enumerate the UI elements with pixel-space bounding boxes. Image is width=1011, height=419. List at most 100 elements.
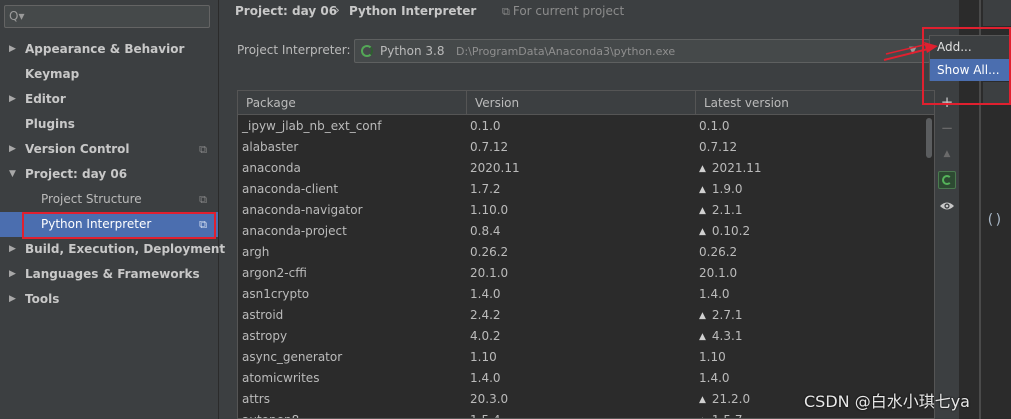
scope-text: For current project bbox=[512, 4, 625, 18]
latest-version-text: 21.2.0 bbox=[711, 392, 751, 406]
upgrade-available-icon: ▲ bbox=[699, 395, 706, 405]
upgrade-available-icon: ▲ bbox=[699, 311, 706, 321]
watermark-text: CSDN @白水小琪七ya bbox=[804, 392, 970, 411]
table-row[interactable]: atomicwrites 1.4.0 1.4.0 bbox=[238, 368, 924, 389]
copy-icon: ⧉ bbox=[502, 5, 510, 18]
latest-version-text: 0.26.2 bbox=[699, 245, 738, 259]
package-version: 1.4.0 bbox=[470, 287, 501, 301]
menu-item-add[interactable]: Add... bbox=[930, 36, 1011, 58]
upgrade-available-icon: ▲ bbox=[699, 185, 706, 195]
table-row[interactable]: async_generator 1.10 1.10 bbox=[238, 347, 924, 368]
chevron-right-icon[interactable]: ▶ bbox=[9, 262, 16, 287]
package-latest-version: ▲ 2.1.1 bbox=[699, 200, 742, 223]
package-version: 20.1.0 bbox=[470, 266, 509, 280]
breadcrumb-project: Project: day 06 bbox=[235, 4, 338, 18]
sidebar-item-project-day-06[interactable]: ▼ Project: day 06 bbox=[0, 162, 218, 187]
sidebar-item-build-execution-deployment[interactable]: ▶ Build, Execution, Deployment bbox=[0, 237, 225, 262]
loading-spinner-icon bbox=[361, 45, 373, 57]
sidebar-item-tools[interactable]: ▶ Tools bbox=[0, 287, 218, 312]
upgrade-available-icon: ▲ bbox=[699, 164, 706, 174]
table-scrollbar[interactable] bbox=[924, 116, 934, 418]
chevron-right-icon[interactable]: ▶ bbox=[9, 237, 16, 262]
chevron-down-icon[interactable]: ▼ bbox=[9, 162, 16, 187]
editor-code-fragment: () bbox=[986, 212, 1003, 228]
sidebar-item-project-structure[interactable]: Project Structure ⧉ bbox=[0, 187, 218, 212]
scope-note: ⧉ For current project bbox=[502, 4, 624, 19]
package-latest-version: ▲ 2021.11 bbox=[699, 158, 762, 181]
editor-tab-bar bbox=[983, 0, 1011, 26]
package-latest-version: ▲1.5.7 bbox=[699, 410, 743, 418]
table-body: _ipyw_jlab_nb_ext_conf 0.1.0 0.1.0 alabaste… bbox=[238, 116, 924, 418]
scrollbar-thumb[interactable] bbox=[926, 118, 932, 158]
package-version: 1.10 bbox=[470, 350, 497, 364]
package-name: argh bbox=[242, 245, 270, 259]
menu-item-show-all[interactable]: Show All... bbox=[930, 59, 1011, 81]
package-version: 4.0.2 bbox=[470, 329, 501, 343]
package-latest-version: ▲ 1.9.0 bbox=[699, 179, 742, 202]
column-header-latest-version[interactable]: Latest version bbox=[696, 91, 934, 115]
chevron-right-icon[interactable]: ▶ bbox=[9, 287, 16, 312]
sidebar-item-label: Project Structure bbox=[41, 192, 142, 206]
project-interpreter-select[interactable]: Python 3.8 D:\ProgramData\Anaconda3\pyth… bbox=[354, 39, 930, 63]
upgrade-package-icon[interactable]: ▲ bbox=[936, 143, 958, 165]
show-early-releases-eye-icon[interactable] bbox=[939, 200, 955, 212]
settings-search-input[interactable]: Q▾ bbox=[4, 5, 210, 28]
interpreter-name: Python 3.8 bbox=[380, 44, 445, 58]
sidebar-item-label: Plugins bbox=[25, 117, 75, 131]
table-row[interactable]: _ipyw_jlab_nb_ext_conf 0.1.0 0.1.0 bbox=[238, 116, 924, 137]
sidebar-item-label: Languages & Frameworks bbox=[25, 267, 200, 281]
table-row[interactable]: asn1crypto 1.4.0 1.4.0 bbox=[238, 284, 924, 305]
table-row[interactable]: anaconda-client 1.7.2 ▲ 1.9.0 bbox=[238, 179, 924, 200]
table-row[interactable]: anaconda-navigator 1.10.0 ▲ 2.1.1 bbox=[238, 200, 924, 221]
table-row[interactable]: astropy 4.0.2 ▲ 4.3.1 bbox=[238, 326, 924, 347]
column-header-version[interactable]: Version bbox=[467, 91, 696, 115]
package-latest-version: 20.1.0 bbox=[699, 263, 737, 284]
package-latest-version: 1.4.0 bbox=[699, 284, 730, 305]
sidebar-item-label: Build, Execution, Deployment bbox=[25, 242, 226, 256]
package-version: 2020.11 bbox=[470, 161, 520, 175]
sidebar-item-plugins[interactable]: Plugins bbox=[0, 112, 218, 137]
latest-version-text: 1.4.0 bbox=[699, 287, 730, 301]
interpreter-path: D:\ProgramData\Anaconda3\python.exe bbox=[456, 45, 676, 58]
sidebar-item-version-control[interactable]: ▶ Version Control ⧉ bbox=[0, 137, 218, 162]
chevron-down-icon[interactable]: ▼ bbox=[909, 45, 917, 56]
chevron-right-icon[interactable]: ▶ bbox=[9, 87, 16, 112]
latest-version-text: 2.1.1 bbox=[711, 203, 743, 217]
settings-sidebar: Q▾ ▶ Appearance & Behavior Keymap ▶ Editor Pl… bbox=[0, 0, 225, 419]
add-package-icon[interactable]: + bbox=[936, 91, 958, 113]
latest-version-text: 1.5.7 bbox=[712, 413, 743, 418]
conda-spinner-icon bbox=[942, 175, 952, 185]
table-row[interactable]: alabaster 0.7.12 0.7.12 bbox=[238, 137, 924, 158]
upgrade-available-icon: ▲ bbox=[699, 206, 706, 216]
sidebar-item-languages-frameworks[interactable]: ▶ Languages & Frameworks bbox=[0, 262, 218, 287]
sidebar-item-keymap[interactable]: Keymap bbox=[0, 62, 218, 87]
sidebar-item-appearance-behavior[interactable]: ▶ Appearance & Behavior bbox=[0, 37, 218, 62]
package-name: argon2-cffi bbox=[242, 266, 307, 280]
latest-version-text: 0.7.12 bbox=[699, 140, 738, 154]
table-row[interactable]: anaconda-project 0.8.4 ▲ 0.10.2 bbox=[238, 221, 924, 242]
column-header-package[interactable]: Package bbox=[238, 91, 467, 115]
interpreter-gear-menu: Add... Show All... bbox=[929, 35, 1011, 81]
sidebar-item-python-interpreter[interactable]: Python Interpreter ⧉ bbox=[0, 212, 218, 237]
chevron-right-icon[interactable]: ▶ bbox=[9, 37, 16, 62]
table-row[interactable]: anaconda 2020.11 ▲ 2021.11 bbox=[238, 158, 924, 179]
breadcrumb-separator-icon: › bbox=[335, 3, 340, 17]
package-name: asn1crypto bbox=[242, 287, 310, 301]
table-row[interactable]: argon2-cffi 20.1.0 20.1.0 bbox=[238, 263, 924, 284]
package-version: 0.8.4 bbox=[470, 224, 501, 238]
remove-package-icon[interactable]: − bbox=[936, 117, 958, 139]
sidebar-item-label: Editor bbox=[25, 92, 66, 106]
package-latest-version: 0.26.2 bbox=[699, 242, 737, 263]
package-version: 2.4.2 bbox=[470, 308, 501, 322]
table-row[interactable]: astroid 2.4.2 ▲ 2.7.1 bbox=[238, 305, 924, 326]
chevron-right-icon[interactable]: ▶ bbox=[9, 137, 16, 162]
package-name: anaconda-project bbox=[242, 224, 347, 238]
latest-version-text: 1.10 bbox=[699, 350, 726, 364]
latest-version-text: 1.4.0 bbox=[699, 371, 730, 385]
project-scope-icon: ⧉ bbox=[199, 193, 207, 206]
sidebar-item-label: Version Control bbox=[25, 142, 130, 156]
latest-version-text: 0.1.0 bbox=[699, 119, 730, 133]
table-row[interactable]: argh 0.26.2 0.26.2 bbox=[238, 242, 924, 263]
use-conda-toggle[interactable] bbox=[938, 171, 956, 189]
sidebar-item-editor[interactable]: ▶ Editor bbox=[0, 87, 218, 112]
